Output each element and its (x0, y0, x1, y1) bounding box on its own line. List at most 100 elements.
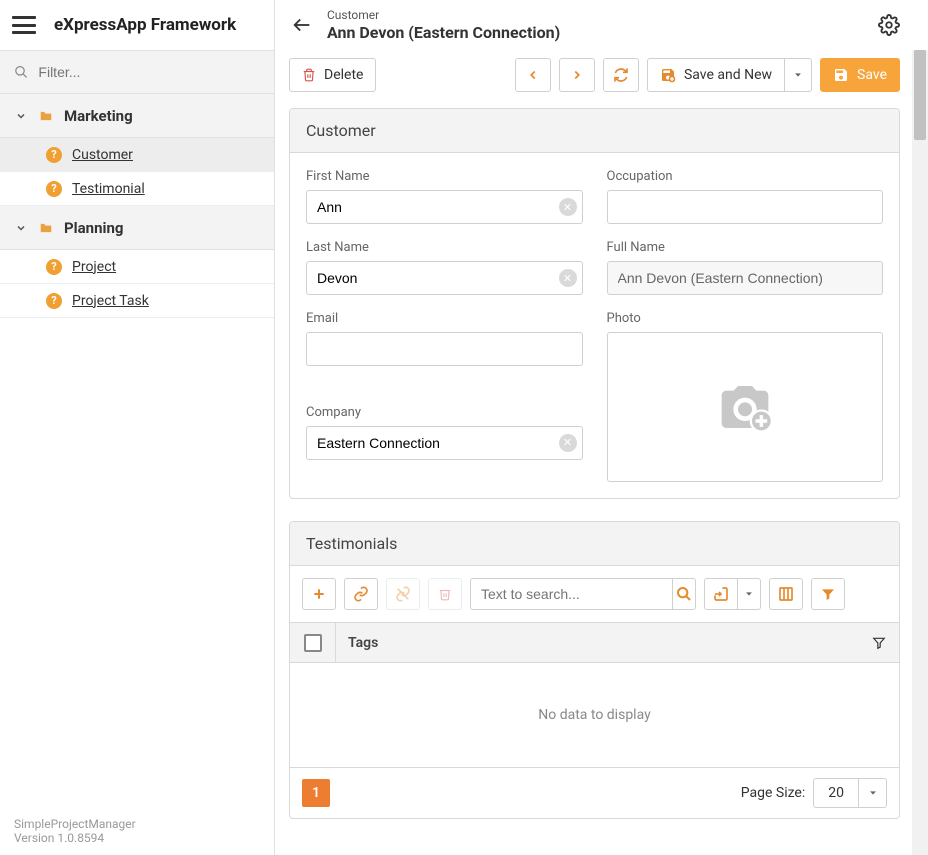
trash-icon (438, 587, 452, 601)
caret-down-icon (793, 70, 803, 80)
unlink-icon (395, 586, 411, 602)
chevron-down-icon (14, 110, 28, 122)
footer-app-name: SimpleProjectManager (14, 817, 260, 831)
question-icon: ? (46, 181, 62, 197)
nav-group-planning[interactable]: Planning (0, 206, 274, 250)
column-filter-button[interactable] (859, 636, 899, 650)
nav-item-label: Project Task (72, 293, 149, 309)
camera-plus-icon (713, 379, 777, 435)
unlink-button (386, 578, 420, 610)
email-label: Email (306, 311, 583, 326)
page-size-dropdown[interactable] (858, 779, 886, 807)
column-header-tags[interactable]: Tags (336, 635, 859, 651)
clear-last-name[interactable]: ✕ (559, 269, 577, 287)
question-icon: ? (46, 293, 62, 309)
brand-title: eXpressApp Framework (54, 15, 236, 35)
chevron-down-icon (14, 222, 28, 234)
nav-item-project-task[interactable]: ? Project Task (0, 284, 274, 318)
funnel-icon (872, 636, 886, 650)
occupation-input[interactable] (607, 190, 884, 224)
nav-filter-input[interactable] (38, 64, 260, 80)
trash-icon (302, 68, 316, 82)
nav-group-label: Marketing (64, 107, 133, 125)
chevron-right-icon (570, 68, 584, 82)
photo-label: Photo (607, 311, 884, 326)
page-size-value: 20 (814, 785, 858, 801)
save-new-icon (660, 67, 676, 83)
photo-upload[interactable] (607, 332, 884, 482)
nav-group-marketing[interactable]: Marketing (0, 94, 274, 138)
grid-search-button[interactable] (672, 579, 695, 609)
caret-down-icon (744, 589, 754, 599)
folder-icon (38, 109, 54, 123)
first-name-label: First Name (306, 169, 583, 184)
save-and-new-button[interactable]: Save and New (647, 58, 785, 92)
columns-icon (778, 586, 794, 602)
delete-label: Delete (324, 67, 363, 83)
question-icon: ? (46, 259, 62, 275)
nav-item-testimonial[interactable]: ? Testimonial (0, 172, 274, 206)
customer-panel: Customer First Name ✕ Occupation (289, 108, 900, 499)
link-icon (353, 586, 369, 602)
nav-item-label: Testimonial (72, 181, 145, 197)
save-label: Save (857, 67, 887, 83)
chevron-left-icon (526, 68, 540, 82)
column-chooser-button[interactable] (769, 578, 803, 610)
filter-settings-icon (820, 586, 836, 602)
testimonials-panel: Testimonials (289, 521, 900, 819)
next-record-button[interactable] (559, 58, 595, 92)
clear-company[interactable]: ✕ (559, 434, 577, 452)
nav-group-label: Planning (64, 219, 123, 237)
delete-row-button (428, 578, 462, 610)
save-button[interactable]: Save (820, 58, 900, 92)
grid-search-input[interactable] (471, 586, 672, 602)
nav-item-project[interactable]: ? Project (0, 250, 274, 284)
add-row-button[interactable] (302, 578, 336, 610)
gear-icon[interactable] (878, 14, 900, 36)
page-size-label: Page Size: (741, 785, 806, 801)
full-name-label: Full Name (607, 240, 884, 255)
save-and-new-label: Save and New (684, 67, 772, 83)
scrollbar-track[interactable] (912, 50, 928, 855)
delete-button[interactable]: Delete (289, 58, 376, 92)
link-button[interactable] (344, 578, 378, 610)
nav-item-label: Project (72, 259, 116, 275)
email-input[interactable] (306, 332, 583, 366)
refresh-icon (613, 67, 629, 83)
footer-version: Version 1.0.8594 (14, 831, 260, 845)
company-label: Company (306, 405, 583, 420)
testimonials-panel-title: Testimonials (290, 522, 899, 566)
customer-panel-title: Customer (290, 109, 899, 153)
nav-item-label: Customer (72, 147, 133, 163)
export-dropdown[interactable] (738, 578, 761, 610)
full-name-input (607, 261, 884, 295)
occupation-label: Occupation (607, 169, 884, 184)
refresh-button[interactable] (603, 58, 639, 92)
search-icon (14, 64, 28, 80)
save-icon (833, 67, 849, 83)
company-input[interactable] (306, 426, 583, 460)
export-button[interactable] (704, 578, 738, 610)
select-all-checkbox[interactable] (304, 634, 322, 652)
plus-icon (311, 586, 327, 602)
last-name-input[interactable] (306, 261, 583, 295)
scrollbar-thumb[interactable] (914, 50, 926, 140)
back-arrow-icon[interactable] (291, 14, 313, 36)
export-icon (713, 586, 729, 602)
first-name-input[interactable] (306, 190, 583, 224)
save-and-new-dropdown[interactable] (785, 58, 812, 92)
breadcrumb: Customer (327, 8, 864, 23)
caret-down-icon (868, 788, 878, 798)
nav-item-customer[interactable]: ? Customer (0, 138, 274, 172)
question-icon: ? (46, 147, 62, 163)
clear-first-name[interactable]: ✕ (559, 198, 577, 216)
last-name-label: Last Name (306, 240, 583, 255)
page-title: Ann Devon (Eastern Connection) (327, 23, 864, 43)
menu-toggle-button[interactable] (12, 16, 36, 34)
page-number[interactable]: 1 (302, 779, 330, 807)
prev-record-button[interactable] (515, 58, 551, 92)
filter-builder-button[interactable] (811, 578, 845, 610)
grid-empty-text: No data to display (290, 663, 899, 767)
search-icon (676, 586, 692, 602)
folder-icon (38, 221, 54, 235)
